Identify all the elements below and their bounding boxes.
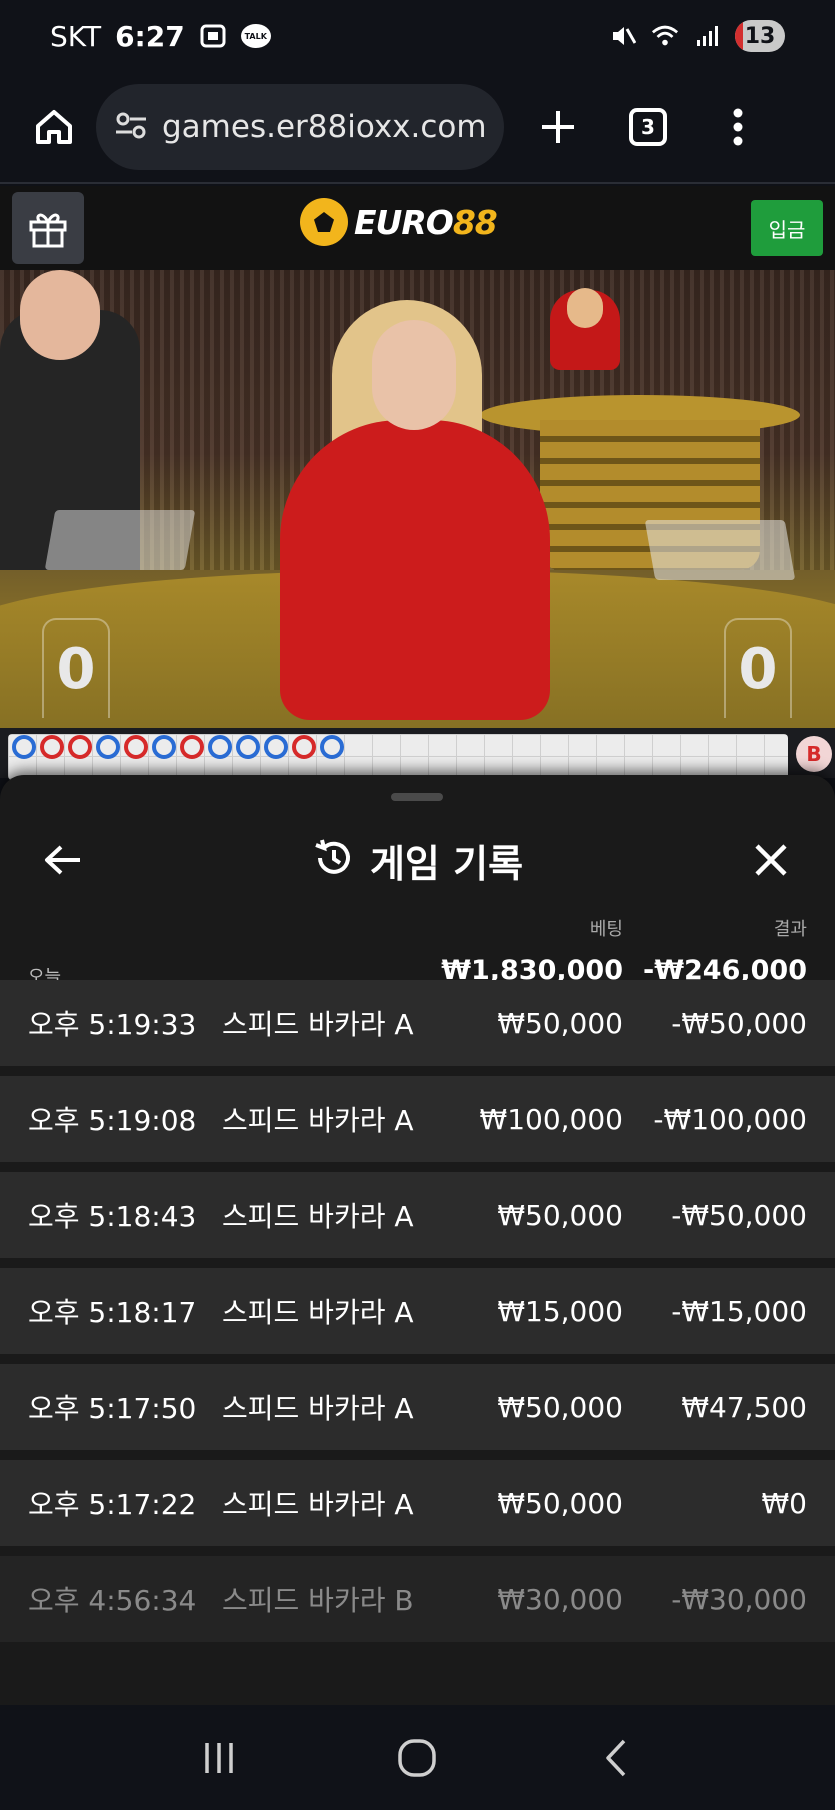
row-bet: ₩50,000 (497, 1390, 623, 1424)
side-dealer-head (20, 270, 100, 360)
drag-handle[interactable] (391, 793, 443, 801)
row-time: 오후 5:17:50 (28, 1392, 197, 1425)
wifi-icon (651, 23, 679, 49)
panel-title: 게임 기록 (369, 841, 524, 886)
row-bet: ₩50,000 (497, 1006, 623, 1040)
road-bead-banker (292, 735, 316, 759)
road-bead-player (236, 735, 260, 759)
arrow-left-icon[interactable] (38, 835, 88, 885)
card-shoe-left (44, 510, 196, 570)
road-bead-player (264, 735, 288, 759)
row-time: 오후 5:19:08 (28, 1104, 197, 1137)
carrier-label: SKT (50, 19, 102, 53)
tune-icon[interactable] (114, 111, 148, 143)
bet-column-header: 베팅 (589, 919, 623, 940)
panel-header: 게임 기록 (0, 815, 835, 905)
deposit-button[interactable]: 입금 (751, 200, 823, 256)
home-icon[interactable] (28, 101, 80, 153)
address-bar[interactable]: games.er88ioxx.com (96, 84, 504, 170)
row-game: 스피드 바카라 A (222, 1392, 414, 1425)
logo-text-88: 88 (452, 202, 498, 242)
row-game: 스피드 바카라 A (222, 1488, 414, 1521)
row-time: 오후 4:56:34 (28, 1584, 197, 1617)
roadmap-badge: B (796, 736, 832, 772)
card-shoe-right (644, 520, 796, 580)
row-time: 오후 5:18:17 (28, 1296, 197, 1329)
history-row[interactable]: 오후 5:18:43 스피드 바카라 A ₩50,000 -₩50,000 (0, 1172, 835, 1258)
row-result: -₩100,000 (653, 1102, 807, 1136)
row-game: 스피드 바카라 B (222, 1584, 414, 1617)
road-bead-player (208, 735, 232, 759)
row-game: 스피드 바카라 A (222, 1008, 414, 1041)
history-icon (312, 837, 354, 883)
gift-icon[interactable] (12, 192, 84, 264)
row-time: 오후 5:19:33 (28, 1008, 197, 1041)
recent-apps-icon[interactable] (189, 1728, 249, 1788)
mute-icon (609, 23, 637, 49)
site-header: EURO88 입금 (0, 186, 835, 270)
more-vert-icon[interactable] (712, 101, 764, 153)
dealer-figure (280, 420, 550, 720)
tab-count: 3 (629, 108, 667, 146)
gallery-notification-icon (199, 23, 227, 49)
plus-icon[interactable] (532, 101, 584, 153)
signal-icon (693, 23, 721, 49)
row-bet: ₩50,000 (497, 1198, 623, 1232)
close-icon[interactable] (746, 835, 796, 885)
url-text[interactable]: games.er88ioxx.com (162, 109, 486, 145)
row-bet: ₩100,000 (479, 1102, 623, 1136)
road-bead-banker (180, 735, 204, 759)
history-row[interactable]: 오후 5:18:17 스피드 바카라 A ₩15,000 -₩15,000 (0, 1268, 835, 1354)
logo-text-euro: EURO (354, 202, 454, 242)
row-game: 스피드 바카라 A (222, 1296, 414, 1329)
nav-home-icon[interactable] (387, 1728, 447, 1788)
row-time: 오후 5:18:43 (28, 1200, 197, 1233)
nav-back-icon[interactable] (586, 1728, 646, 1788)
row-bet: ₩15,000 (497, 1294, 623, 1328)
road-bead-player (152, 735, 176, 759)
row-game: 스피드 바카라 A (222, 1200, 414, 1233)
roadmap-strip[interactable]: B (0, 728, 835, 780)
row-time: 오후 5:17:22 (28, 1488, 197, 1521)
road-bead-player (320, 735, 344, 759)
live-video-stream[interactable]: 0 0 (0, 270, 835, 728)
background-dealer-head (567, 288, 603, 328)
road-bead-banker (124, 735, 148, 759)
banker-score: 0 (724, 618, 792, 718)
soccer-ball-icon (300, 198, 348, 246)
row-result: -₩50,000 (671, 1006, 807, 1040)
row-bet: ₩50,000 (497, 1486, 623, 1520)
row-result: -₩30,000 (671, 1582, 807, 1616)
row-result: ₩0 (761, 1486, 808, 1520)
dealer-face (372, 320, 456, 430)
battery-indicator: 13 (735, 20, 785, 52)
bead-road (8, 734, 788, 780)
history-row[interactable]: 오후 5:19:33 스피드 바카라 A ₩50,000 -₩50,000 (0, 980, 835, 1066)
tab-switcher-button[interactable]: 3 (622, 101, 674, 153)
history-row[interactable]: 오후 5:17:22 스피드 바카라 A ₩50,000 ₩0 (0, 1460, 835, 1546)
road-bead-banker (40, 735, 64, 759)
row-game: 스피드 바카라 A (222, 1104, 414, 1137)
road-bead-player (12, 735, 36, 759)
talk-notification-icon: TALK (240, 24, 271, 48)
result-column-header: 결과 (773, 919, 807, 940)
clock: 6:27 (115, 19, 185, 53)
history-row[interactable]: 오후 5:17:50 스피드 바카라 A ₩50,000 ₩47,500 (0, 1364, 835, 1450)
history-list: 오후 5:19:33 스피드 바카라 A ₩50,000 -₩50,000 오후… (0, 980, 835, 1652)
history-row[interactable]: 오후 5:19:08 스피드 바카라 A ₩100,000 -₩100,000 (0, 1076, 835, 1162)
row-result: -₩50,000 (671, 1198, 807, 1232)
player-score: 0 (42, 618, 110, 718)
row-bet: ₩30,000 (497, 1582, 623, 1616)
game-history-panel: 게임 기록 베팅 결과 오늘 ₩1,830,000 -₩246,000 오후 5… (0, 775, 835, 1705)
status-bar: SKT 6:27 TALK 13 (0, 0, 835, 72)
browser-toolbar: games.er88ioxx.com 3 (0, 72, 835, 184)
road-bead-banker (68, 735, 92, 759)
road-bead-player (96, 735, 120, 759)
site-logo[interactable]: EURO88 (300, 198, 498, 246)
system-navigation-bar (0, 1705, 835, 1810)
row-result: ₩47,500 (681, 1390, 807, 1424)
history-row[interactable]: 오후 4:56:34 스피드 바카라 B ₩30,000 -₩30,000 (0, 1556, 835, 1642)
row-result: -₩15,000 (671, 1294, 807, 1328)
